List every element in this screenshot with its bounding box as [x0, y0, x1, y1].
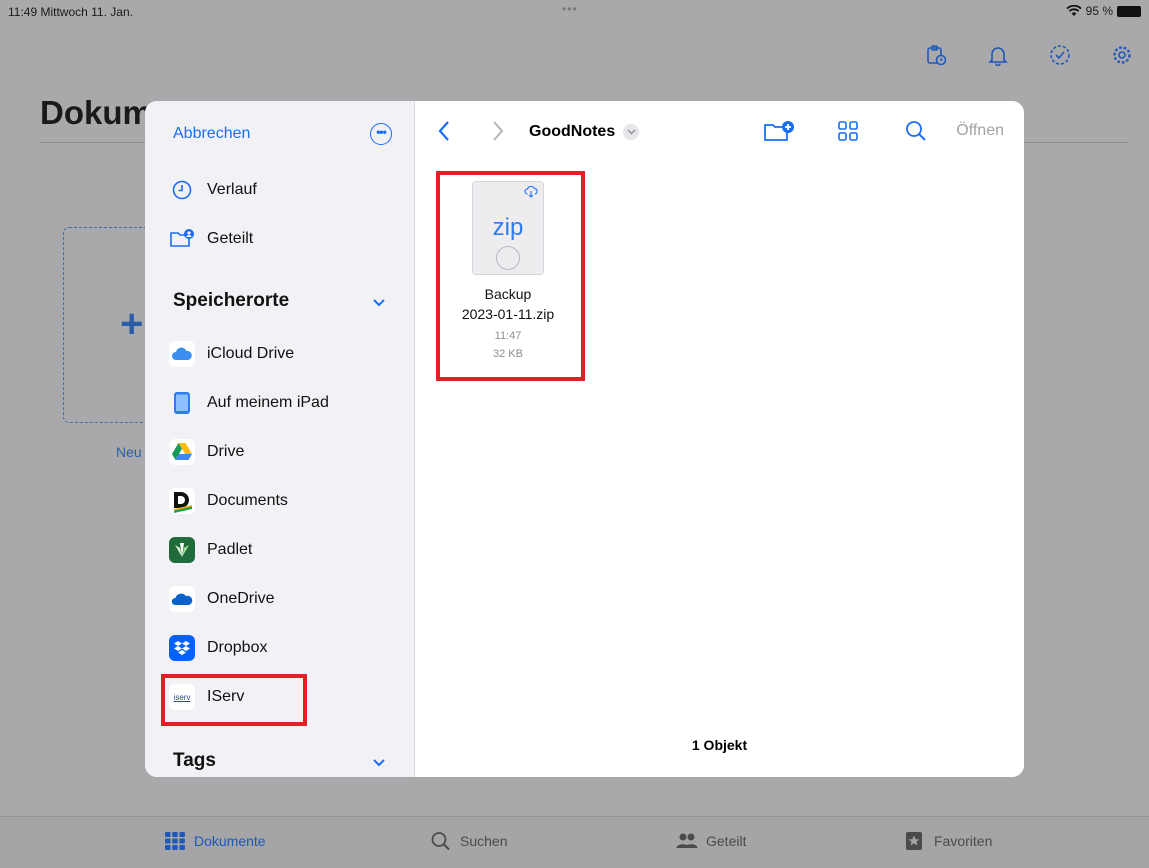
folder-title[interactable]: GoodNotes [529, 123, 640, 141]
sidebar-item-padlet[interactable]: Padlet [169, 533, 252, 567]
gear-icon[interactable] [1111, 44, 1133, 66]
dropbox-icon [169, 635, 195, 661]
star-icon [906, 832, 922, 850]
documents-icon [169, 488, 195, 514]
chevron-down-icon[interactable] [372, 758, 386, 768]
chevron-down-icon [623, 124, 640, 140]
sidebar-item-icloud-drive[interactable]: iCloud Drive [169, 337, 294, 371]
tags-header: Tags [173, 750, 216, 771]
sidebar-item-onedrive[interactable]: OneDrive [169, 582, 275, 616]
plus-icon: + [120, 302, 144, 346]
battery-icon [1117, 5, 1141, 17]
search-icon [906, 121, 926, 141]
shared-folder-icon [169, 226, 195, 252]
view-grid-button[interactable] [814, 120, 882, 142]
sidebar-item-label: OneDrive [207, 590, 275, 607]
status-time-date: 11:49 Mittwoch 11. Jan. [8, 5, 133, 19]
sidebar-item-label: Geteilt [207, 230, 254, 247]
status-bar: 11:49 Mittwoch 11. Jan. ••• 95 % [0, 0, 1149, 22]
new-folder-button[interactable] [746, 119, 814, 143]
file-highlight-box [436, 171, 585, 381]
sidebar-item-verlauf[interactable]: Verlauf [169, 173, 257, 207]
bell-icon[interactable] [987, 44, 1009, 66]
folder-title-text: GoodNotes [529, 123, 616, 140]
background-page-title: Dokum [40, 94, 152, 131]
google-drive-icon [169, 439, 195, 465]
more-options-button[interactable]: ••• [370, 123, 392, 145]
sidebar-item-auf-meinem-ipad[interactable]: Auf meinem iPad [169, 386, 329, 420]
sidebar-item-label: iCloud Drive [207, 345, 295, 362]
battery-percent: 95 % [1085, 4, 1113, 18]
forward-chevron-icon[interactable] [491, 119, 505, 143]
item-count: 1 Objekt [691, 737, 748, 753]
padlet-icon [169, 537, 195, 563]
search-button[interactable] [882, 120, 950, 142]
sidebar-item-geteilt[interactable]: Geteilt [169, 222, 253, 256]
back-chevron-icon[interactable] [437, 119, 451, 143]
clock-icon [169, 177, 195, 203]
search-icon [431, 832, 450, 851]
tab-label: Dokumente [194, 833, 266, 849]
tab-bar: Dokumente Suchen Geteilt Favoriten [0, 816, 1149, 868]
sidebar-item-label: Verlauf [207, 181, 257, 198]
file-browser: GoodNotes Öffnen zip Backup 2023-01-11.z… [415, 101, 1024, 777]
grid-icon [165, 832, 185, 850]
ipad-icon [169, 390, 195, 416]
multitasking-dots[interactable]: ••• [562, 2, 578, 16]
checkmark-circle-icon[interactable] [1049, 44, 1071, 66]
sidebar-item-label: Documents [207, 492, 288, 509]
sidebar-item-label: Dropbox [207, 639, 268, 656]
locations-header: Speicherorte [173, 290, 290, 311]
sidebar-item-label: Drive [207, 443, 245, 460]
chevron-down-icon[interactable] [372, 298, 386, 308]
sidebar-item-documents[interactable]: Documents [169, 484, 288, 518]
people-icon [676, 833, 698, 848]
sidebar-item-label: Padlet [207, 541, 253, 558]
wifi-icon [1066, 5, 1082, 16]
iserv-highlight-box [161, 674, 307, 726]
grid-view-icon [838, 121, 859, 141]
new-folder-icon [764, 121, 795, 141]
tab-label: Suchen [460, 833, 508, 849]
tab-label: Favoriten [934, 833, 993, 849]
sidebar-item-label: Auf meinem iPad [207, 394, 329, 411]
sidebar-item-drive[interactable]: Drive [169, 435, 244, 469]
open-button[interactable]: Öffnen [956, 122, 1004, 140]
tab-favoriten[interactable]: Favoriten [904, 831, 992, 851]
icloud-icon [169, 341, 195, 367]
cancel-button[interactable]: Abbrechen [173, 125, 250, 143]
sidebar-item-dropbox[interactable]: Dropbox [169, 631, 267, 665]
clipboard-clock-icon[interactable] [925, 44, 947, 66]
tab-label: Geteilt [706, 833, 747, 849]
background-toolbar [925, 44, 1133, 66]
tab-dokumente[interactable]: Dokumente [164, 831, 266, 851]
tab-suchen[interactable]: Suchen [430, 831, 507, 851]
file-picker-dialog: Abbrechen ••• Verlauf Geteilt Speicheror… [145, 101, 1024, 777]
tab-geteilt[interactable]: Geteilt [676, 831, 746, 851]
browser-toolbar: Öffnen [746, 119, 1004, 143]
onedrive-icon [169, 586, 195, 612]
picker-sidebar: Abbrechen ••• Verlauf Geteilt Speicheror… [145, 101, 415, 777]
new-label: Neu [116, 444, 142, 460]
